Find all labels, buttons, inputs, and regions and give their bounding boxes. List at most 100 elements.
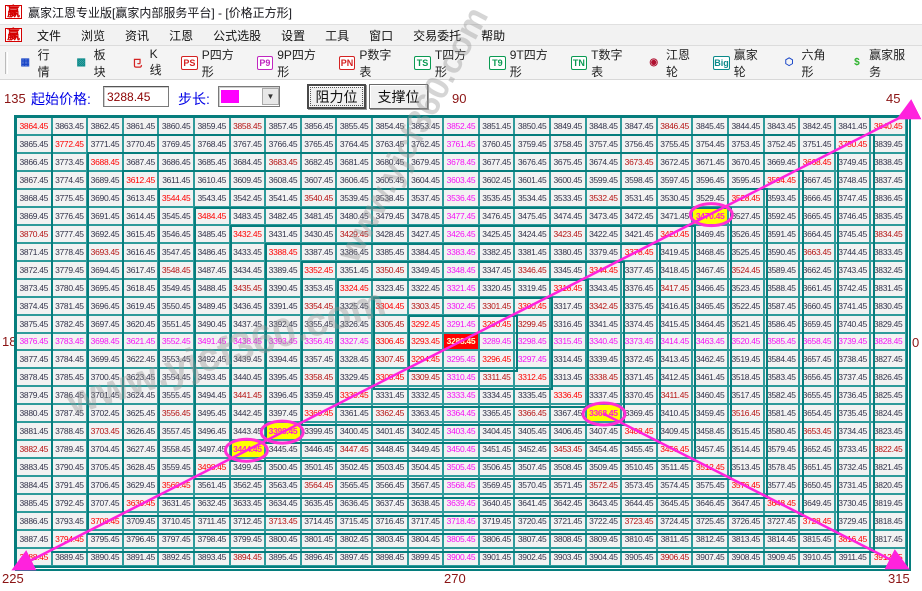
grid-cell: 3336.45	[549, 386, 586, 405]
grid-cell: 3492.45	[193, 350, 230, 369]
grid-cell: 3323.45	[371, 278, 408, 297]
grid-cell: 3498.45	[193, 458, 230, 477]
toolbar-item-kline[interactable]: 㔾 K线	[123, 44, 175, 81]
grid-cell: 3313.45	[549, 368, 586, 387]
grid-cell: 3765.45	[300, 134, 337, 153]
grid-cell: 3506.45	[478, 458, 515, 477]
grid-cell: 3798.45	[193, 530, 230, 549]
grid-cell: 3557.45	[158, 422, 194, 441]
grid-cell: 3600.45	[549, 170, 586, 189]
grid-cell: 3643.45	[585, 494, 622, 513]
grid-cell: 3618.45	[122, 278, 159, 297]
step-color-dropdown[interactable]: ▼	[218, 86, 280, 107]
grid-cell: 3613.45	[122, 188, 159, 207]
grid-cell: 3530.45	[656, 188, 693, 207]
grid-cell: 3357.45	[300, 350, 337, 369]
grid-cell: 3375.45	[621, 296, 657, 315]
grid-cell: 3726.45	[727, 512, 764, 531]
ts-icon: TS	[414, 55, 431, 70]
start-price-input[interactable]	[103, 86, 169, 107]
grid-cell: 3614.45	[122, 206, 159, 225]
grid-cell: 3889.45	[51, 548, 88, 566]
toolbar-item-p-square[interactable]: PS P四方形	[175, 43, 251, 83]
grid-cell: 3820.45	[870, 476, 906, 495]
grid-cell: 3572.45	[585, 476, 622, 495]
grid-cell: 3377.45	[621, 260, 657, 279]
grid-cell: 3672.45	[656, 152, 693, 171]
p9-icon: P9	[256, 55, 274, 70]
grid-cell: 3783.45	[51, 332, 88, 351]
toolbar-item-quotes[interactable]: ▦ 行情	[11, 43, 67, 83]
grid-cell: 3351.45	[336, 260, 372, 279]
grid-cell: 3344.45	[585, 260, 622, 279]
grid-cell: 3562.45	[229, 476, 266, 495]
toolbar-item-gann-wheel[interactable]: ◉ 江恩轮	[639, 43, 707, 83]
grid-cell: 3548.45	[158, 260, 194, 279]
grid-cell: 3566.45	[371, 476, 408, 495]
grid-cell: 3443.45	[229, 422, 266, 441]
grid-cell: 3833.45	[870, 242, 906, 261]
grid-cell: 3667.45	[799, 170, 835, 189]
grid-cell: 3735.45	[834, 404, 871, 423]
toolbar-item-winner-wheel[interactable]: Big 赢家轮	[707, 43, 775, 83]
grid-cell: 3520.45	[727, 332, 764, 351]
toolbar-item-t-table[interactable]: TN T数字表	[565, 43, 640, 83]
grid-cell: 3510.45	[621, 458, 657, 477]
grid-cell: 3330.45	[336, 386, 372, 405]
toolbar-item-p-table[interactable]: PN P数字表	[333, 43, 409, 83]
grid-cell: 3525.45	[727, 242, 764, 261]
grid-cell: 3517.45	[727, 386, 764, 405]
grid-cell: 3369.45	[621, 404, 657, 423]
grid-cell: 3660.45	[799, 296, 835, 315]
grid-cell: 3482.45	[265, 206, 301, 225]
grid-cell: 3598.45	[621, 170, 657, 189]
grid-cell: 3863.45	[51, 117, 88, 135]
grid-cell: 3317.45	[549, 296, 586, 315]
grid-cell: 3793.45	[51, 512, 88, 531]
grid-cell: 3891.45	[122, 548, 159, 566]
grid-cell: 3894.45	[229, 548, 266, 566]
grid-cell: 3478.45	[407, 206, 444, 225]
toolbar-item-sectors[interactable]: ▩ 板块	[67, 43, 123, 83]
grid-cell: 3441.45	[229, 386, 266, 405]
grid-cell: 3399.45	[300, 422, 337, 441]
grid-cell: 3653.45	[799, 422, 835, 441]
grid-cell: 3794.45	[51, 530, 88, 549]
grid-cell: 3607.45	[300, 170, 337, 189]
grid-cell: 3401.45	[371, 422, 408, 441]
grid-cell: 3379.45	[585, 242, 622, 261]
grid-cell: 3611.45	[158, 170, 194, 189]
grid-cell: 3701.45	[87, 386, 123, 405]
grid-cell: 3464.45	[692, 314, 728, 333]
grid-cell: 3431.45	[265, 224, 301, 243]
toolbar-item-t-square[interactable]: TS T四方形	[408, 43, 483, 83]
grid-cell: 3374.45	[621, 314, 657, 333]
resistance-button[interactable]: 阻力位	[307, 84, 366, 109]
grid-cell: 3887.45	[16, 530, 52, 549]
grid-cell: 3634.45	[265, 494, 301, 513]
toolbar-item-9p-square[interactable]: P9 9P四方形	[251, 43, 333, 83]
grid-cell: 3404.45	[478, 422, 515, 441]
grid-cell: 3846.45	[656, 117, 693, 135]
grid-cell: 3597.45	[656, 170, 693, 189]
grid-cell: 3640.45	[478, 494, 515, 513]
toolbar-item-hexagon[interactable]: ⬡ 六角形	[775, 43, 843, 83]
grid-cell: 3459.45	[692, 404, 728, 423]
tn-icon: TN	[570, 55, 588, 70]
grid-cell: 3512.45	[692, 458, 728, 477]
grid-cell: 3676.45	[514, 152, 550, 171]
support-button[interactable]: 支撑位	[369, 84, 428, 109]
toolbar-item-9t-square[interactable]: T9 9T四方形	[483, 43, 564, 83]
grid-cell: 3365.45	[478, 404, 515, 423]
toolbar-item-winner-service[interactable]: $ 赢家服务	[843, 43, 922, 83]
grid-cell: 3716.45	[371, 512, 408, 531]
grid-cell: 3505.45	[443, 458, 479, 477]
toolbar-item-label: 板块	[93, 47, 106, 79]
grid-cell: 3528.45	[727, 188, 764, 207]
grid-cell: 3832.45	[870, 260, 906, 279]
grid-cell: 3807.45	[514, 530, 550, 549]
grid-cell: 3849.45	[549, 117, 586, 135]
chevron-down-icon[interactable]: ▼	[262, 88, 279, 105]
grid-cell: 3480.45	[336, 206, 372, 225]
grid-cell: 3561.45	[193, 476, 230, 495]
